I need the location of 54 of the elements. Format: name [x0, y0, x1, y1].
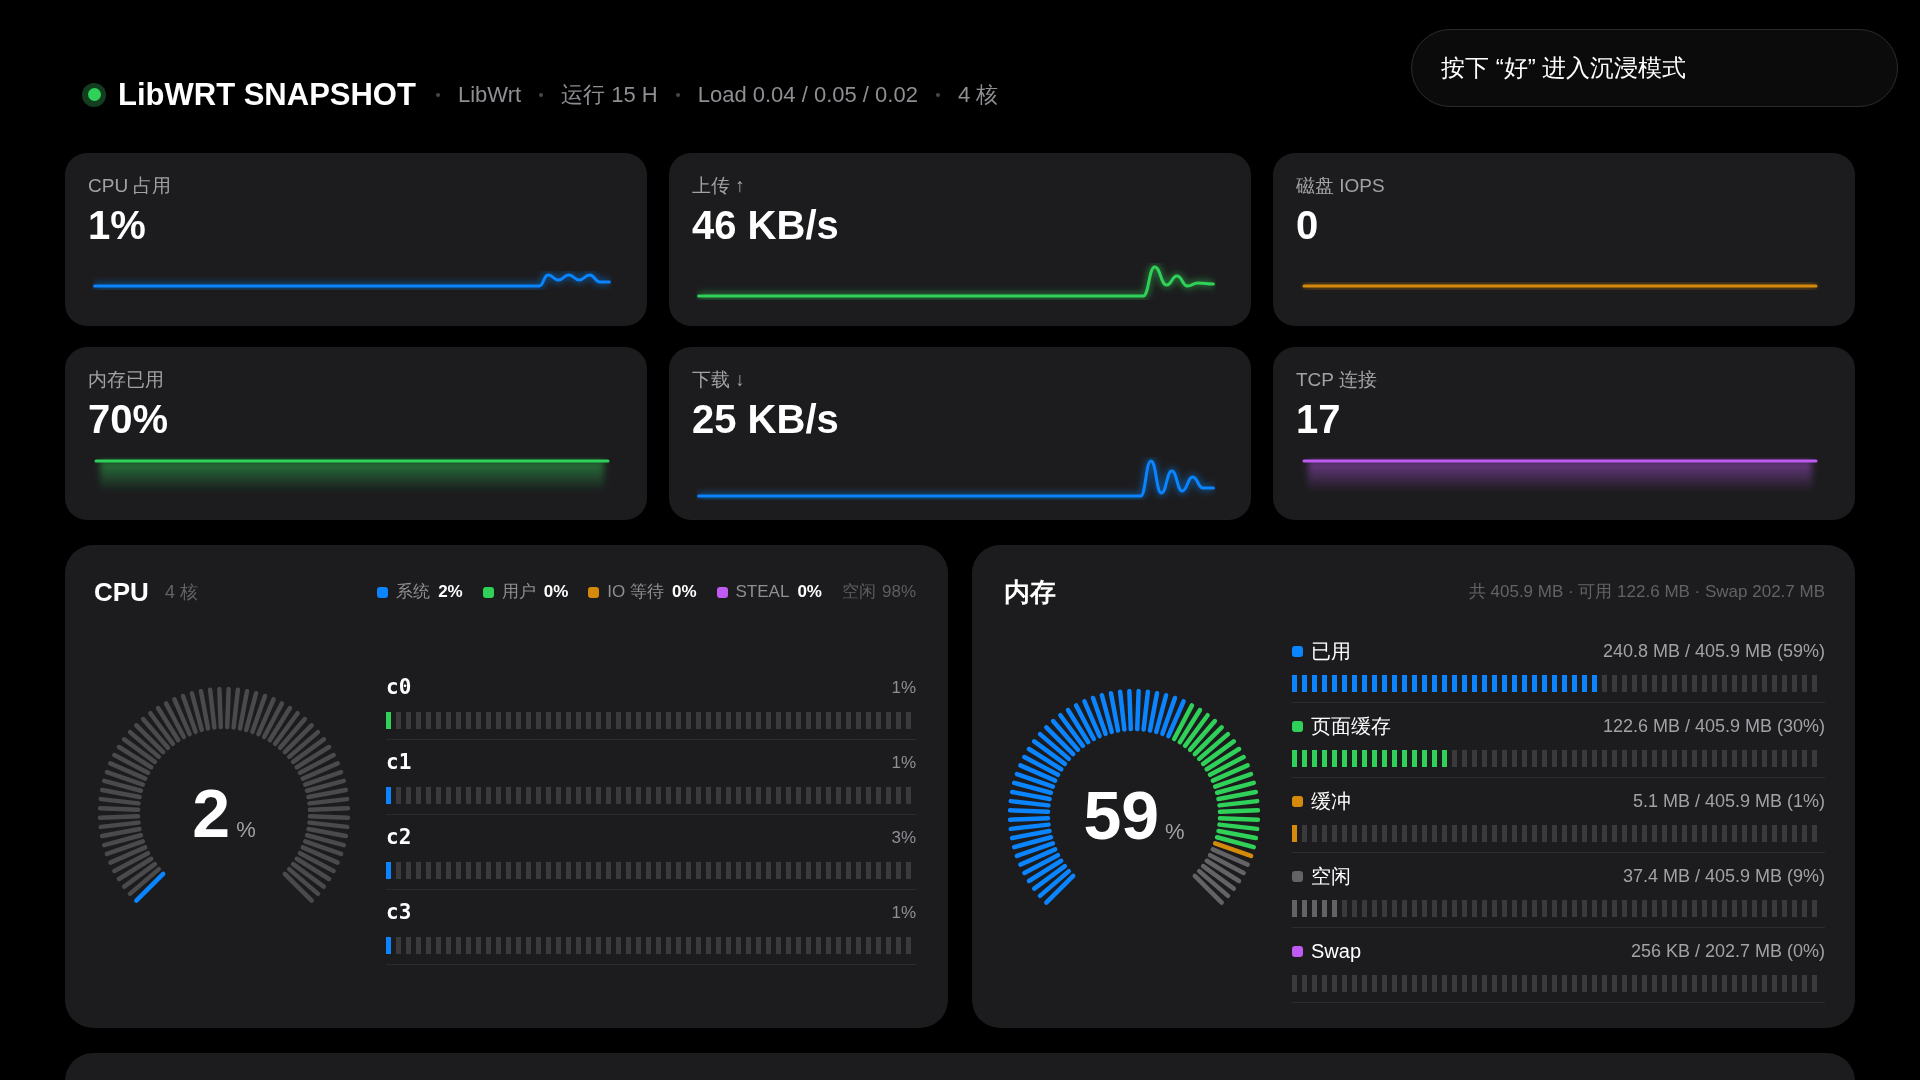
hint-toast: 按下 “好” 进入沉浸模式 [1411, 29, 1898, 107]
panel-title: CPU [94, 579, 149, 605]
core-reading: 3% [891, 827, 916, 850]
stat-value: 46 KB/s [692, 203, 840, 247]
stat-label: TCP 连接 [1296, 368, 1378, 392]
legend-value: 98% [881, 581, 916, 604]
stat-label: CPU 占用 [88, 174, 173, 198]
gauge-value: 2 [192, 779, 231, 847]
memory-label: 页面缓存 [1311, 714, 1391, 739]
stat-label: 上传 ↑ [692, 174, 746, 198]
memory-label: 空闲 [1311, 864, 1351, 889]
core-label: c0 [386, 674, 412, 702]
legend-label: IO 等待 [607, 581, 664, 604]
core-label: c3 [386, 899, 412, 927]
memory-label: Swap [1311, 939, 1362, 964]
core-reading: 1% [891, 752, 916, 775]
header-meta: Load 0.04 / 0.05 / 0.02 [697, 81, 918, 109]
memory-reading: 5.1 MB / 405.9 MB (1%) [1632, 789, 1825, 813]
stat-value: 17 [1296, 397, 1342, 441]
panel-title: 内存 [1004, 579, 1056, 605]
memory-reading: 37.4 MB / 405.9 MB (9%) [1622, 864, 1825, 888]
legend-value: 0% [797, 581, 822, 604]
legend-label: 系统 [396, 581, 431, 604]
stat-label: 下载 ↓ [692, 368, 746, 392]
memory-label: 已用 [1311, 639, 1351, 664]
core-reading: 1% [891, 677, 916, 700]
core-label: c1 [386, 749, 412, 777]
stat-label: 磁盘 IOPS [1296, 174, 1386, 198]
legend-label: STEAL [735, 581, 790, 604]
app-title: LibWRT SNAPSHOT [118, 79, 416, 110]
stat-value: 70% [88, 397, 170, 441]
stat-value: 1% [88, 203, 147, 247]
gauge-unit: % [236, 819, 256, 841]
gauge-value: 59 [1083, 781, 1160, 849]
legend-label: 用户 [501, 581, 536, 604]
core-label: c2 [386, 824, 412, 852]
header-meta: LibWrt [457, 81, 522, 109]
core-reading: 1% [891, 902, 916, 925]
gauge-unit: % [1165, 821, 1185, 843]
legend-label: 空闲 [841, 581, 876, 604]
memory-reading: 240.8 MB / 405.9 MB (59%) [1602, 639, 1825, 663]
memory-reading: 256 KB / 202.7 MB (0%) [1630, 939, 1825, 963]
memory-reading: 122.6 MB / 405.9 MB (30%) [1602, 714, 1825, 738]
stat-value: 25 KB/s [692, 397, 840, 441]
stat-label: 内存已用 [88, 368, 165, 392]
stat-value: 0 [1296, 203, 1320, 247]
legend-value: 2% [438, 581, 463, 604]
header-meta: 4 核 [957, 81, 999, 109]
memory-label: 缓冲 [1311, 789, 1351, 814]
legend-value: 0% [543, 581, 569, 604]
header-meta: 运行 15 H [561, 81, 658, 109]
memory-summary: 共 405.9 MB · 可用 122.6 MB · Swap 202.7 MB [1468, 581, 1825, 604]
legend-value: 0% [671, 581, 697, 604]
panel-subtitle: 4 核 [164, 580, 198, 604]
